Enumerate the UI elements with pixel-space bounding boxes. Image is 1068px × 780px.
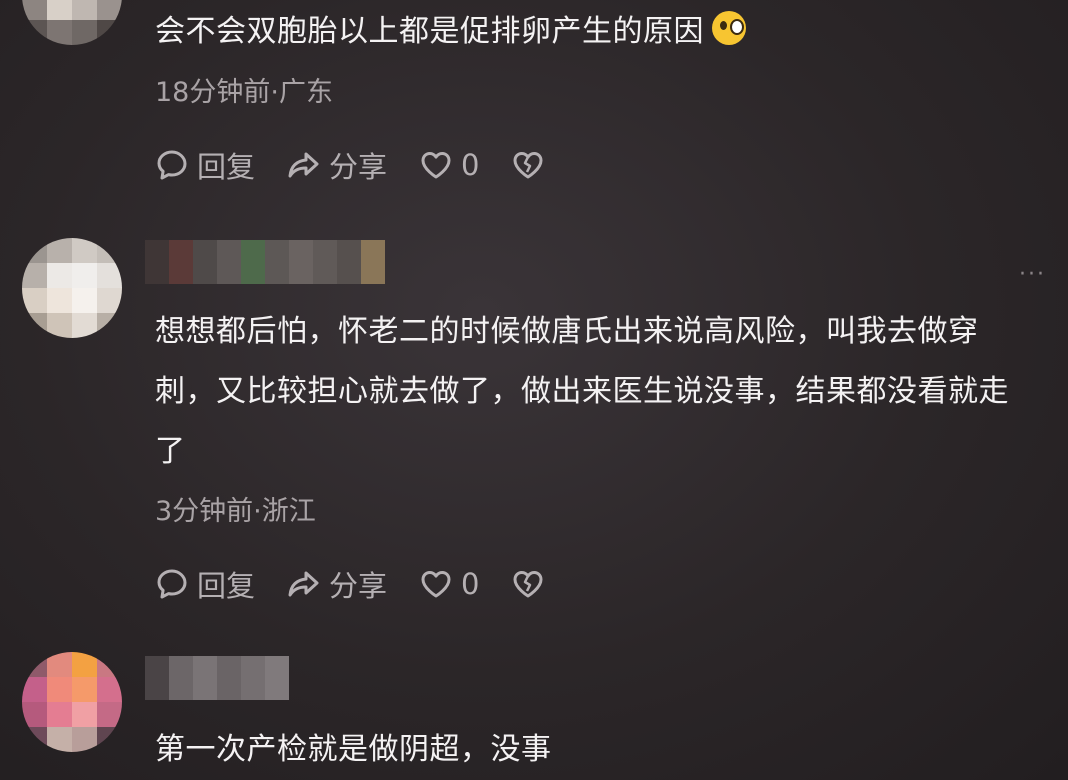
comment-actions: 回复 分享 0 [155,145,585,185]
heart-icon [421,152,451,179]
username-blurred[interactable] [145,656,289,700]
comment-text: 第一次产检就是做阴超，没事 [155,732,552,767]
like-button[interactable]: 0 [419,148,479,182]
username-blurred[interactable] [145,240,385,284]
comment-bubble-icon [157,150,187,180]
comment-bubble-icon [157,569,187,599]
shocked-emoji-icon [712,11,746,45]
broken-heart-icon [513,152,543,179]
share-button[interactable]: 分享 [287,563,387,605]
comment-actions: 回复 分享 0 [155,564,585,604]
dislike-button[interactable] [511,148,553,182]
share-label: 分享 [329,150,388,184]
reply-button[interactable]: 回复 [155,563,255,605]
like-button[interactable]: 0 [419,567,479,601]
reply-label: 回复 [197,569,256,603]
reply-button[interactable]: 回复 [155,144,255,186]
share-button[interactable]: 分享 [287,144,387,186]
comment-meta: 3分钟前·浙江 [155,496,316,527]
like-count: 0 [461,148,480,182]
more-icon[interactable]: ··· [1019,262,1046,287]
comment-text: 想想都后怕，怀老二的时候做唐氏出来说高风险，叫我去做穿刺，又比较担心就去做了，做… [155,314,1009,469]
avatar[interactable] [22,238,122,338]
avatar[interactable] [22,0,122,45]
dislike-button[interactable] [511,567,553,601]
reply-label: 回复 [197,150,256,184]
share-arrow-icon [288,571,319,597]
share-arrow-icon [288,152,319,178]
comment-text: 会不会双胞胎以上都是促排卵产生的原因 [155,2,1035,62]
share-label: 分享 [329,569,388,603]
like-count: 0 [461,567,480,601]
comment-meta: 18分钟前·广东 [155,77,333,108]
heart-icon [421,571,451,598]
avatar[interactable] [22,652,122,752]
broken-heart-icon [513,571,543,598]
